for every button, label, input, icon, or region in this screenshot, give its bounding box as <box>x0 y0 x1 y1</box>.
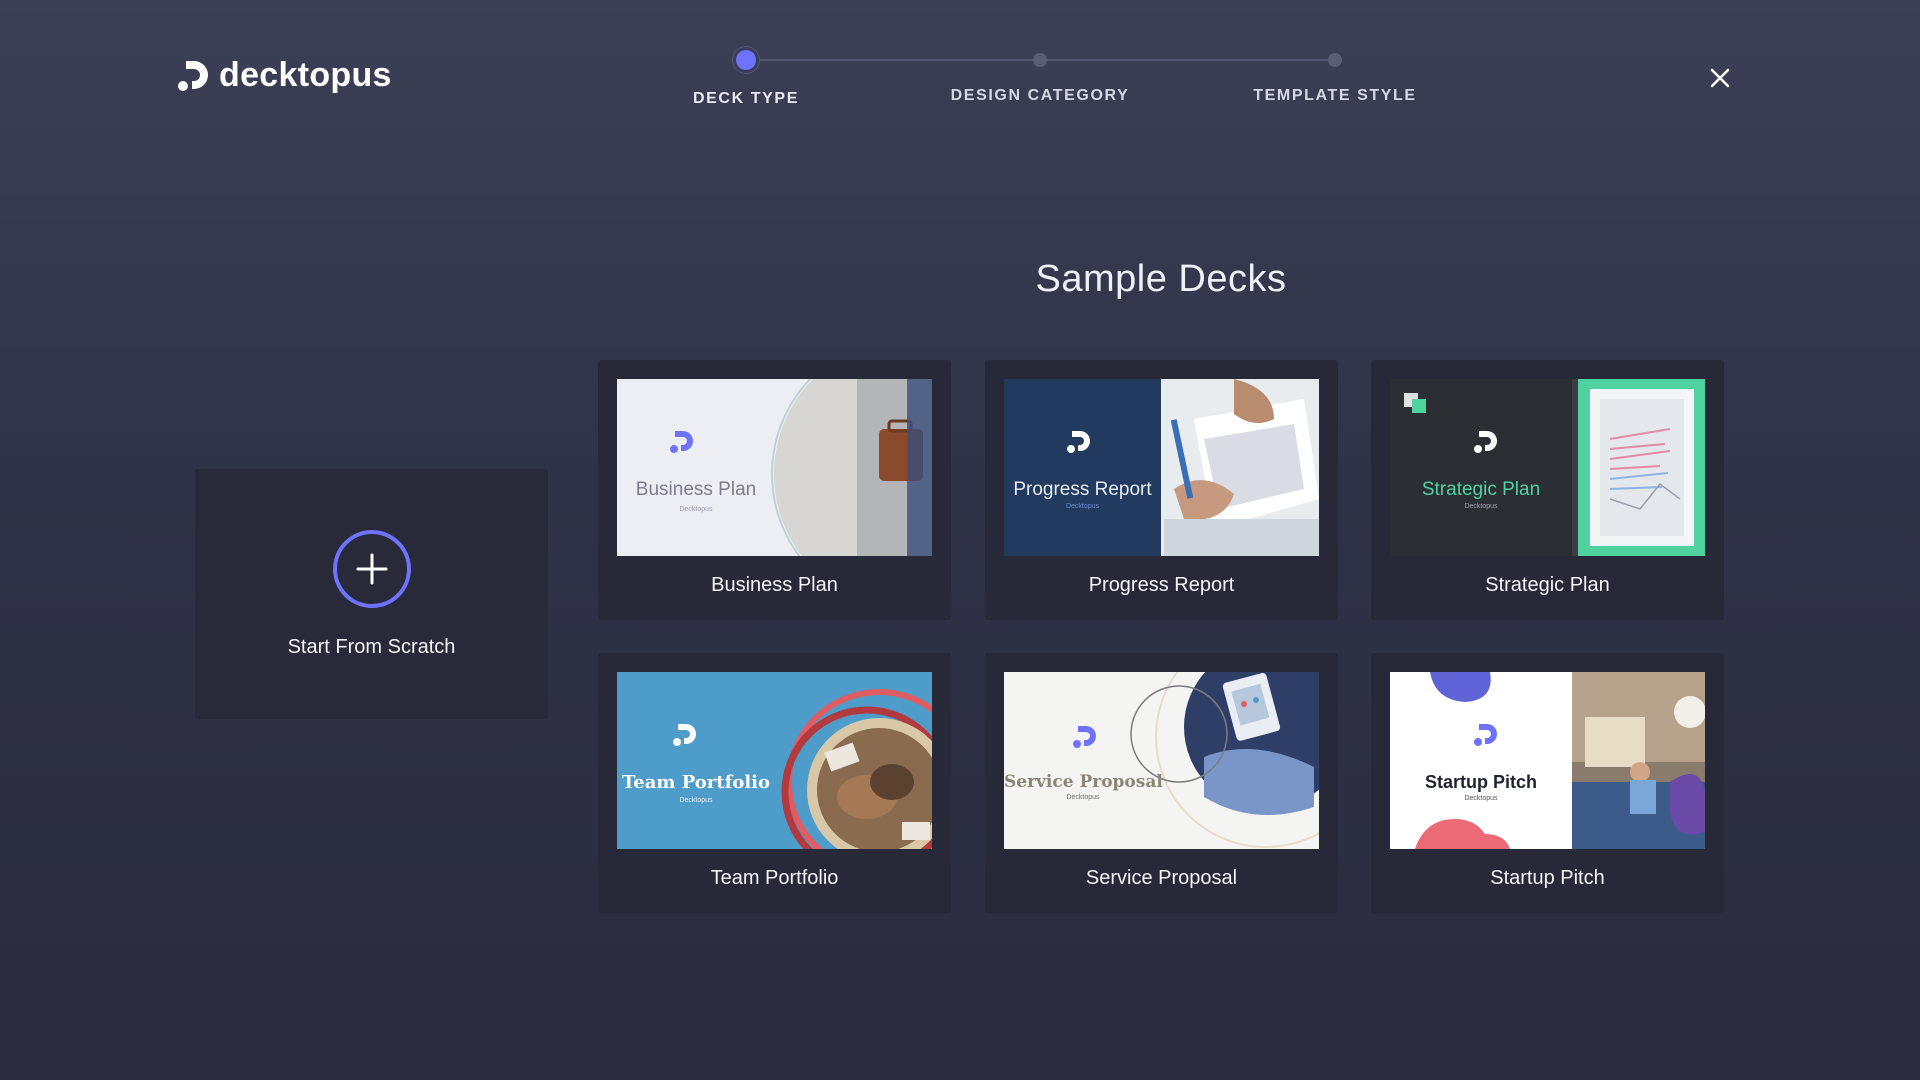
start-from-scratch-card[interactable]: Start From Scratch <box>195 469 548 719</box>
thumb-title: Progress Report <box>1013 479 1152 500</box>
service-proposal-artwork <box>1073 672 1319 848</box>
deck-card-business-plan[interactable]: Business Plan Decktopus Business Plan <box>598 360 951 620</box>
thumb-title: Service Proposal <box>1004 772 1163 792</box>
thumb-title: Team Portfolio <box>621 772 771 793</box>
thumb-subtitle: Decktopus <box>679 506 713 513</box>
startup-pitch-artwork <box>1415 672 1705 849</box>
thumb-subtitle: Decktopus <box>1464 503 1498 510</box>
deck-thumbnail: Team Portfolio Decktopus <box>617 672 932 849</box>
wizard-stepper: DECK TYPE DESIGN CATEGORY TEMPLATE STYLE <box>0 0 1920 120</box>
deck-card-team-portfolio[interactable]: Team Portfolio Decktopus Team Portfolio <box>598 653 951 913</box>
progress-report-artwork <box>1067 379 1319 556</box>
thumb-subtitle: Decktopus <box>1065 503 1100 510</box>
deck-label: Business Plan <box>711 574 838 596</box>
deck-label: Service Proposal <box>1085 867 1238 889</box>
plus-circle-icon <box>332 529 411 608</box>
section-title-wrap: Sample Decks <box>0 258 1920 301</box>
start-from-scratch-label: Start From Scratch <box>287 635 456 658</box>
deck-label: Strategic Plan <box>1485 574 1610 596</box>
deck-thumbnail: Service Proposal Decktopus <box>1004 672 1319 849</box>
deck-thumbnail: Progress Report Decktopus <box>1004 379 1319 556</box>
business-plan-artwork <box>670 379 932 556</box>
thumb-subtitle: Decktopus <box>1464 795 1498 802</box>
deck-thumbnail: Strategic Plan Decktopus <box>1390 379 1705 556</box>
deck-label: Progress Report <box>1088 574 1235 596</box>
team-portfolio-artwork <box>673 689 932 849</box>
step-dot-active <box>736 50 756 70</box>
close-button[interactable] <box>1700 62 1740 94</box>
deck-card-strategic-plan[interactable]: Strategic Plan Decktopus Strategic Plan <box>1371 360 1724 620</box>
page-title: Sample Decks <box>1035 258 1287 300</box>
strategic-plan-artwork <box>1404 379 1705 556</box>
thumb-subtitle: Decktopus <box>679 797 713 804</box>
deck-card-startup-pitch[interactable]: Startup Pitch Decktopus Startup Pitch <box>1371 653 1724 913</box>
thumb-title: Startup Pitch <box>1424 772 1537 792</box>
close-icon <box>1710 68 1730 88</box>
thumb-title: Business Plan <box>635 479 757 500</box>
thumb-title: Strategic Plan <box>1421 479 1541 500</box>
deck-thumbnail: Startup Pitch Decktopus <box>1390 672 1705 849</box>
step-dot <box>1328 53 1342 67</box>
step-label: DECK TYPE <box>693 90 799 107</box>
deck-card-service-proposal[interactable]: Service Proposal Decktopus Service Propo… <box>985 653 1338 913</box>
step-template-style[interactable]: TEMPLATE STYLE <box>1225 50 1445 105</box>
step-label: DESIGN CATEGORY <box>950 87 1130 104</box>
step-label: TEMPLATE STYLE <box>1253 87 1417 104</box>
plus-icon <box>356 553 387 584</box>
deck-label: Team Portfolio <box>710 867 839 889</box>
step-deck-type[interactable]: DECK TYPE <box>636 50 856 108</box>
step-dot <box>1033 53 1047 67</box>
deck-thumbnail: Business Plan Decktopus <box>617 379 932 556</box>
step-design-category[interactable]: DESIGN CATEGORY <box>930 50 1150 105</box>
deck-card-progress-report[interactable]: Progress Report Decktopus Progress Repor… <box>985 360 1338 620</box>
deck-label: Startup Pitch <box>1490 867 1605 889</box>
thumb-subtitle: Decktopus <box>1066 794 1100 801</box>
